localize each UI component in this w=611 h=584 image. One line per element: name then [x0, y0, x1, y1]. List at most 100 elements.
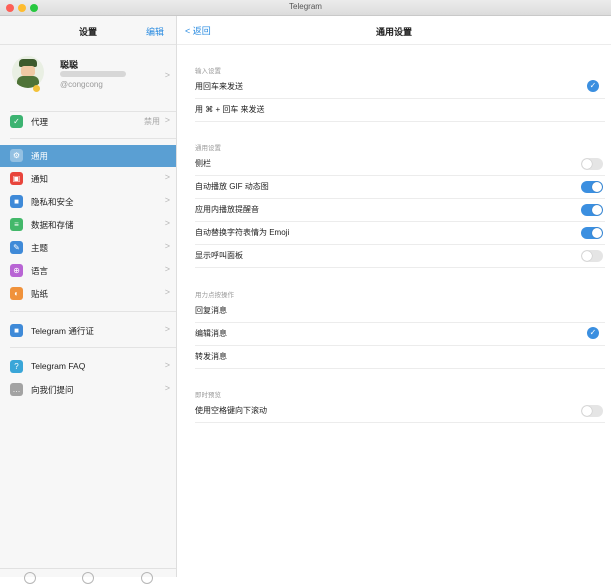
divider — [10, 311, 176, 312]
chevron-right-icon: > — [164, 287, 170, 297]
sticker-icon: ◐ — [10, 287, 23, 300]
bell-icon: ▣ — [10, 172, 23, 185]
divider — [10, 138, 176, 139]
sidebar-item-label: 贴纸 — [31, 289, 49, 299]
setting-label: 自动播放 GIF 动态图 — [195, 182, 269, 191]
setting-label: 应用内播放提醒音 — [195, 205, 259, 214]
database-icon: ≡ — [10, 218, 23, 231]
passport-icon: ■ — [10, 324, 23, 337]
title-bar: Telegram — [0, 0, 611, 16]
chevron-right-icon: > — [164, 360, 170, 370]
chat-icon: … — [10, 383, 23, 396]
setting-label: 使用空格键向下滚动 — [195, 406, 267, 415]
sidebar-item-label: Telegram FAQ — [31, 361, 86, 371]
profile-username: @congcong — [60, 80, 103, 89]
setting-row-call-panel: 显示呼叫面板 — [195, 245, 605, 268]
divider — [10, 347, 176, 348]
sidebar-item-passport[interactable]: ■ Telegram 通行证 > — [0, 320, 176, 342]
general-settings-panel: < 返回 通用设置 输入设置 用回车来发送 ✓ 用 ⌘ + 回车 来发送 通用设… — [177, 16, 611, 577]
setting-row-in-app-sounds: 应用内播放提醒音 — [195, 199, 605, 222]
setting-row-sidebar: 侧栏 — [195, 153, 605, 176]
sidebar-item-label: 代理 — [31, 117, 49, 127]
setting-row-cmd-enter-to-send[interactable]: 用 ⌘ + 回车 来发送 — [195, 99, 605, 122]
settings-sidebar: 设置 编辑 聪聪 @congcong > ✓ 代理 禁用 > ⚙ 通用 ▣ 通知… — [0, 16, 177, 584]
chevron-right-icon: > — [164, 115, 170, 125]
checkmark-icon: ✓ — [587, 327, 599, 339]
chevron-right-icon: > — [164, 195, 170, 205]
sidebar-item-label: 语言 — [31, 266, 49, 276]
sidebar-item-privacy[interactable]: ■ 隐私和安全 > — [0, 191, 176, 213]
section-label-instant-view: 即时预览 — [195, 392, 221, 399]
section-label-general: 通用设置 — [195, 145, 221, 152]
online-badge — [33, 85, 40, 92]
setting-label: 用 ⌘ + 回车 来发送 — [195, 105, 265, 114]
gear-icon: ⚙ — [10, 149, 23, 162]
setting-label: 侧栏 — [195, 159, 211, 168]
setting-label: 转发消息 — [195, 352, 227, 361]
chevron-right-icon: > — [164, 324, 170, 334]
sidebar-item-label: 通用 — [31, 151, 49, 161]
chats-icon[interactable] — [82, 572, 94, 584]
section-label-force-click: 用力点按操作 — [195, 292, 234, 299]
setting-row-autoplay-gif: 自动播放 GIF 动态图 — [195, 176, 605, 199]
sidebar-item-label: 通知 — [31, 174, 49, 184]
profile-name: 聪聪 — [60, 60, 79, 70]
chevron-right-icon: > — [164, 241, 170, 251]
setting-row-forward[interactable]: 转发消息 — [195, 346, 605, 369]
call-panel-toggle[interactable] — [581, 250, 603, 262]
sidebar-item-theme[interactable]: ✎ 主题 > — [0, 237, 176, 259]
setting-label: 编辑消息 — [195, 329, 227, 338]
sidebar-item-ask-question[interactable]: … 向我们提问 > — [0, 379, 176, 401]
settings-icon[interactable] — [141, 572, 153, 584]
sidebar-toggle[interactable] — [581, 158, 603, 170]
panel-header: < 返回 通用设置 — [177, 16, 611, 45]
in-app-sounds-toggle[interactable] — [581, 204, 603, 216]
setting-row-replace-emoji: 自动替换字符表情为 Emoji — [195, 222, 605, 245]
setting-row-reply[interactable]: 回复消息 — [195, 300, 605, 323]
contacts-icon[interactable] — [24, 572, 36, 584]
chevron-right-icon: > — [164, 383, 170, 393]
sidebar-item-faq[interactable]: ? Telegram FAQ > — [0, 356, 176, 378]
avatar — [12, 56, 44, 88]
chevron-right-icon: > — [164, 218, 170, 228]
page-title: 通用设置 — [375, 27, 412, 37]
space-scroll-toggle[interactable] — [581, 405, 603, 417]
brush-icon: ✎ — [10, 241, 23, 254]
chevron-right-icon: > — [164, 264, 170, 274]
shield-icon: ✓ — [10, 115, 23, 128]
sidebar-header: 设置 编辑 — [0, 16, 176, 45]
sidebar-item-notifications[interactable]: ▣ 通知 > — [0, 168, 176, 190]
sidebar-item-label: 隐私和安全 — [31, 197, 74, 207]
sidebar-item-stickers[interactable]: ◐ 贴纸 > — [0, 283, 176, 305]
profile-card[interactable]: 聪聪 @congcong > — [0, 46, 176, 108]
lock-icon: ■ — [10, 195, 23, 208]
setting-row-edit[interactable]: 编辑消息 ✓ — [195, 323, 605, 346]
setting-label: 显示呼叫面板 — [195, 251, 243, 260]
edit-button[interactable]: 编辑 — [146, 25, 164, 38]
sidebar-item-language[interactable]: ⊕ 语言 > — [0, 260, 176, 282]
globe-icon: ⊕ — [10, 264, 23, 277]
sidebar-item-label: 向我们提问 — [31, 385, 74, 395]
sidebar-item-data-storage[interactable]: ≡ 数据和存储 > — [0, 214, 176, 236]
sidebar-item-general[interactable]: ⚙ 通用 — [0, 145, 176, 167]
sidebar-item-label: 数据和存储 — [31, 220, 74, 230]
sidebar-item-label: Telegram 通行证 — [31, 326, 94, 336]
setting-row-space-scroll: 使用空格键向下滚动 — [195, 400, 605, 423]
checkmark-icon: ✓ — [587, 80, 599, 92]
autoplay-gif-toggle[interactable] — [581, 181, 603, 193]
section-label-input: 输入设置 — [195, 68, 221, 75]
setting-label: 回复消息 — [195, 306, 227, 315]
proxy-status: 禁用 — [144, 117, 160, 126]
chevron-right-icon: > — [164, 172, 170, 182]
sidebar-item-label: 主题 — [31, 243, 49, 253]
app-window: Telegram 设置 编辑 聪聪 @congcong > ✓ 代理 禁用 > — [0, 0, 611, 584]
setting-label: 自动替换字符表情为 Emoji — [195, 228, 290, 237]
setting-label: 用回车来发送 — [195, 82, 243, 91]
help-icon: ? — [10, 360, 23, 373]
sidebar-item-proxy[interactable]: ✓ 代理 禁用 > — [0, 111, 176, 133]
window-title: Telegram — [289, 2, 322, 11]
replace-emoji-toggle[interactable] — [581, 227, 603, 239]
profile-phone-redacted — [60, 71, 126, 77]
setting-row-enter-to-send[interactable]: 用回车来发送 ✓ — [195, 76, 605, 99]
chevron-right-icon: > — [164, 70, 170, 80]
